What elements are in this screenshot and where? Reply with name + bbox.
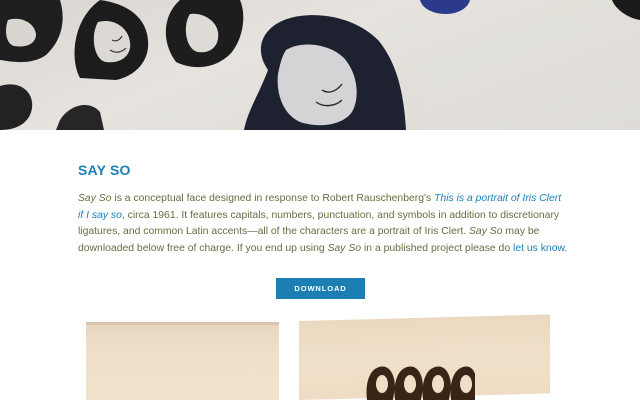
description-text: . [564, 242, 568, 254]
paper-photo-left [86, 322, 279, 400]
font-name-text: Say So [78, 193, 112, 204]
stamped-faces-image [366, 366, 475, 400]
description-paragraph: Say So is a conceptual face designed in … [78, 191, 568, 257]
hero-stamped-portraits [0, 0, 640, 130]
main-content: SAY SO Say So is a conceptual face desig… [78, 162, 568, 257]
page-title: SAY SO [78, 162, 131, 178]
font-name-text: Say So [327, 242, 362, 254]
download-button[interactable]: DOWNLOAD [276, 278, 365, 299]
contact-link[interactable]: let us know [513, 243, 564, 254]
hero-image [0, 0, 640, 130]
description-text: in a published project please do [361, 242, 514, 254]
font-name-text: Say So [468, 226, 503, 238]
description-text: is a conceptual face designed in respons… [111, 193, 435, 204]
